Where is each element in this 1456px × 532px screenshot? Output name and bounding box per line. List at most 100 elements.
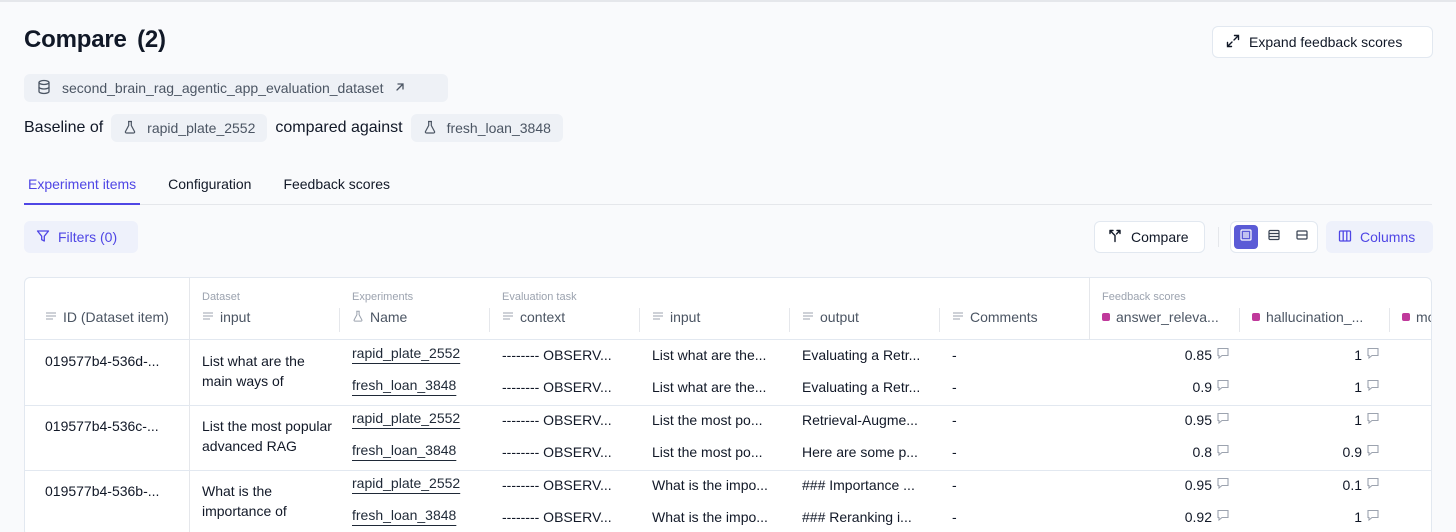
input-cell: What is the impo... <box>652 509 768 525</box>
header-group-feedback-scores: Feedback scores <box>1102 291 1186 303</box>
dataset-link[interactable]: second_brain_rag_agentic_app_evaluation_… <box>24 74 448 102</box>
comment-icon <box>1216 443 1230 460</box>
text-lines-icon <box>652 309 664 325</box>
comment-icon <box>1216 346 1230 363</box>
experiment-name-link[interactable]: rapid_plate_2552 <box>352 475 460 491</box>
answer-relevance-score[interactable]: 0.92 <box>1100 508 1230 525</box>
baseline-row: Baseline of rapid_plate_2552 compared ag… <box>24 114 571 142</box>
header-moderation-label: mo <box>1416 309 1431 325</box>
feedback-color-dot <box>1252 313 1260 321</box>
header-moderation[interactable]: mo <box>1390 278 1431 340</box>
header-output[interactable]: output <box>790 278 940 340</box>
comment-icon <box>1366 378 1380 395</box>
text-lines-icon <box>952 309 964 325</box>
experiment-name-link[interactable]: rapid_plate_2552 <box>352 410 460 426</box>
score-value: 1 <box>1354 508 1362 525</box>
dataset-input-cell: What is the importance of reranking chun… <box>202 483 309 525</box>
dataset-item-id-link[interactable]: 019577b4-536c-... <box>45 418 159 434</box>
context-cell: -------- OBSERV... <box>502 444 612 460</box>
comment-icon <box>1366 443 1380 460</box>
header-hallucination[interactable]: hallucination_... <box>1240 278 1390 340</box>
density-large-button[interactable] <box>1234 225 1258 249</box>
context-cell: -------- OBSERV... <box>502 509 612 525</box>
tab-feedback-scores[interactable]: Feedback scores <box>279 168 394 205</box>
context-cell: -------- OBSERV... <box>502 412 612 428</box>
columns-label: Columns <box>1360 229 1416 245</box>
dataset-item-id-link[interactable]: 019577b4-536b-... <box>45 483 159 499</box>
experiment-name-link[interactable]: rapid_plate_2552 <box>352 345 460 361</box>
header-experiment-name-label: Name <box>370 309 408 325</box>
header-dataset-input[interactable]: Dataset input <box>190 278 340 340</box>
hallucination-score[interactable]: 0.1 <box>1250 476 1380 493</box>
baseline-experiment-chip[interactable]: rapid_plate_2552 <box>111 114 268 142</box>
hallucination-score[interactable]: 1 <box>1250 411 1380 428</box>
header-context[interactable]: Evaluation task context <box>490 278 640 340</box>
comment-icon <box>1216 508 1230 525</box>
score-value: 1 <box>1354 346 1362 363</box>
comment-icon <box>1366 508 1380 525</box>
header-group-dataset: Dataset <box>202 291 240 303</box>
compared-experiment-chip[interactable]: fresh_loan_3848 <box>410 114 563 142</box>
comment-icon <box>1216 476 1230 493</box>
comment-icon <box>1216 411 1230 428</box>
comments-cell: - <box>952 509 957 525</box>
filters-button[interactable]: Filters (0) <box>24 221 138 253</box>
dataset-item-id-link[interactable]: 019577b4-536d-... <box>45 353 159 369</box>
answer-relevance-score[interactable]: 0.95 <box>1100 411 1230 428</box>
tab-bar: Experiment items Configuration Feedback … <box>24 168 1432 205</box>
columns-icon <box>1338 229 1352 246</box>
expand-feedback-scores-button[interactable]: Expand feedback scores <box>1212 26 1433 58</box>
tab-configuration[interactable]: Configuration <box>164 168 255 205</box>
answer-relevance-score[interactable]: 0.8 <box>1100 443 1230 460</box>
toolbar-divider <box>1218 227 1219 247</box>
score-value: 0.1 <box>1342 476 1362 493</box>
rows-large-icon <box>1239 228 1253 247</box>
hallucination-score[interactable]: 1 <box>1250 346 1380 363</box>
header-output-label: output <box>820 309 859 325</box>
columns-button[interactable]: Columns <box>1326 221 1433 253</box>
comment-icon <box>1366 476 1380 493</box>
table-row[interactable]: 019577b4-536b-... What is the importance… <box>25 471 1431 532</box>
compare-button[interactable]: Compare <box>1094 221 1205 253</box>
comment-icon <box>1366 346 1380 363</box>
text-lines-icon <box>45 309 57 325</box>
text-lines-icon <box>802 309 814 325</box>
experiment-name-link[interactable]: fresh_loan_3848 <box>352 507 456 523</box>
database-icon <box>36 79 52 98</box>
header-context-label: context <box>520 309 566 325</box>
row-density-toggle <box>1230 221 1318 253</box>
score-value: 1 <box>1354 411 1362 428</box>
hallucination-score[interactable]: 1 <box>1250 508 1380 525</box>
baseline-experiment-name: rapid_plate_2552 <box>147 120 256 136</box>
header-experiment-name[interactable]: Experiments Name <box>340 278 490 340</box>
header-dataset-input-label: input <box>220 309 251 325</box>
hallucination-score[interactable]: 0.9 <box>1250 443 1380 460</box>
compare-label: Compare <box>1131 229 1189 245</box>
experiment-name-link[interactable]: fresh_loan_3848 <box>352 442 456 458</box>
density-medium-button[interactable] <box>1262 225 1286 249</box>
header-comments[interactable]: Comments <box>940 278 1090 340</box>
experiment-name-link[interactable]: fresh_loan_3848 <box>352 377 456 393</box>
feedback-color-dot <box>1102 313 1110 321</box>
table-row[interactable]: 019577b4-536d-... List what are the main… <box>25 341 1431 406</box>
split-arrows-icon <box>1107 228 1123 247</box>
external-link-icon <box>393 80 407 97</box>
table-row[interactable]: 019577b4-536c-... List the most popular … <box>25 406 1431 471</box>
answer-relevance-score[interactable]: 0.95 <box>1100 476 1230 493</box>
input-cell: List the most po... <box>652 412 763 428</box>
feedback-color-dot <box>1402 313 1410 321</box>
tab-experiment-items[interactable]: Experiment items <box>24 168 141 205</box>
header-answer-relevance[interactable]: Feedback scores answer_releva... <box>1090 278 1240 340</box>
answer-relevance-score[interactable]: 0.9 <box>1100 378 1230 395</box>
top-divider <box>0 0 1456 2</box>
header-answer-relevance-label: answer_releva... <box>1116 309 1219 325</box>
comments-cell: - <box>952 412 957 428</box>
score-value: 0.9 <box>1192 378 1212 395</box>
density-small-button[interactable] <box>1290 225 1314 249</box>
page-title-text: Compare <box>24 26 127 53</box>
header-id[interactable]: ID (Dataset item) <box>33 278 189 340</box>
header-input[interactable]: input <box>640 278 790 340</box>
answer-relevance-score[interactable]: 0.85 <box>1100 346 1230 363</box>
score-value: 0.92 <box>1184 508 1212 525</box>
hallucination-score[interactable]: 1 <box>1250 378 1380 395</box>
